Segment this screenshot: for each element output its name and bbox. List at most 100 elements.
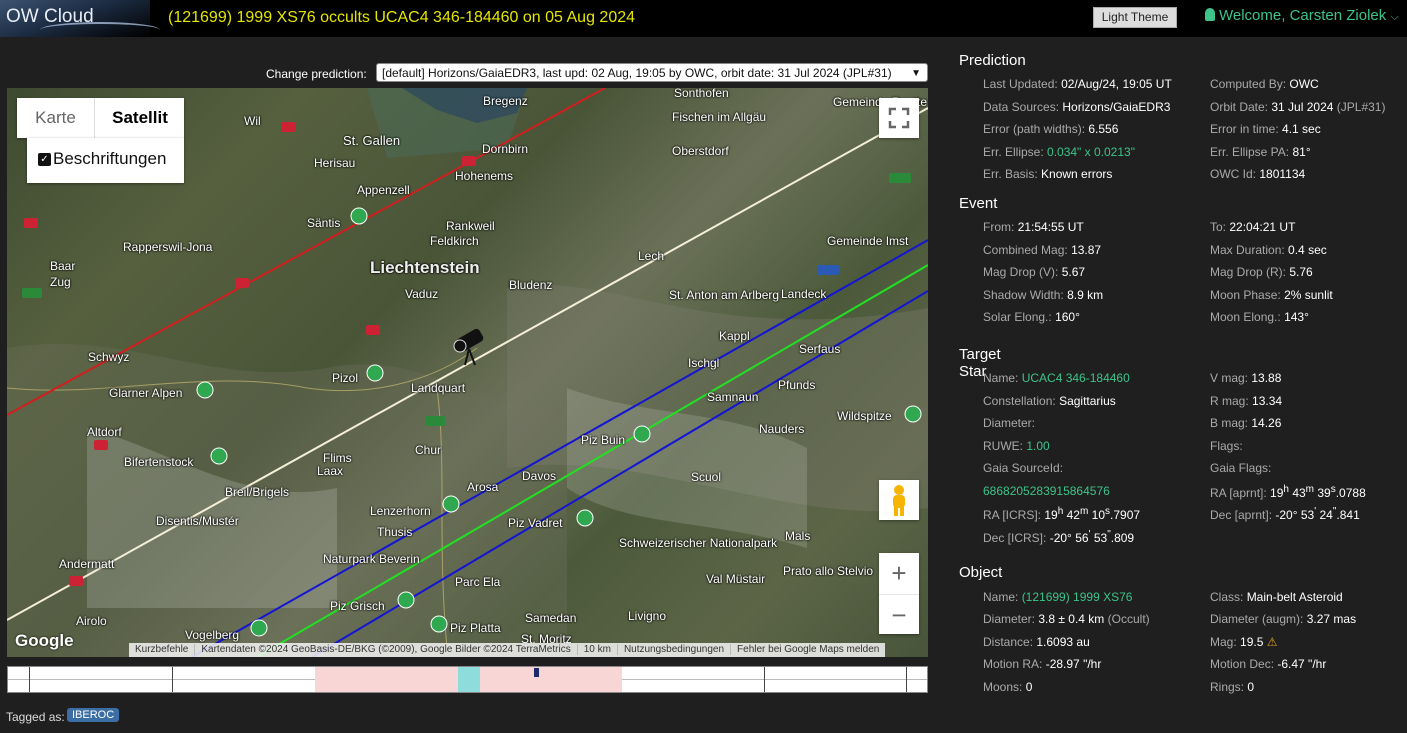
- obj-distance: Distance: 1.6093 au: [983, 635, 1090, 649]
- map-place-label: Piz Grisch: [330, 599, 385, 613]
- event-timeline[interactable]: [7, 666, 928, 693]
- field-value: OWC: [1289, 77, 1319, 91]
- obj-rings: Rings: 0: [1210, 680, 1254, 694]
- map-place-label: Dornbirn: [482, 142, 529, 156]
- pred-computed-by: Computed By: OWC: [1210, 77, 1319, 91]
- field-key: Combined Mag:: [983, 243, 1068, 257]
- map-place-label: Pizol: [332, 371, 359, 385]
- labels-checkbox[interactable]: ✓: [38, 153, 51, 166]
- field-value: 3.27 mas: [1306, 612, 1357, 626]
- star-dec-apparent: Dec [aprnt]: -20° 53' 24".841: [1210, 506, 1360, 522]
- timeline-tick: [764, 667, 765, 692]
- logo[interactable]: OW Cloud: [0, 0, 160, 37]
- map-type-satellit-button[interactable]: Satellit: [94, 98, 185, 138]
- timeline-tick: [29, 667, 30, 692]
- change-prediction-label: Change prediction:: [266, 67, 367, 81]
- map-place-label: St. Anton am Arlberg: [669, 288, 780, 302]
- zoom-in-button[interactable]: +: [879, 553, 919, 593]
- map-place-label: Lenzerhorn: [370, 504, 431, 518]
- ra-minutes: 42: [1066, 508, 1080, 522]
- keyboard-shortcuts-link[interactable]: Kurzbefehle: [129, 644, 196, 655]
- field-key: Err. Basis:: [983, 167, 1038, 181]
- field-value: 6.556: [1088, 122, 1119, 136]
- field-value: Main-belt Asteroid: [1246, 590, 1343, 604]
- labels-toggle[interactable]: ✓ Beschriftungen: [27, 138, 184, 183]
- warning-icon[interactable]: ⚠: [1267, 635, 1278, 649]
- map-place-label: Flims: [323, 451, 352, 465]
- pred-last-updated: Last Updated: 02/Aug/24, 19:05 UT: [983, 77, 1172, 91]
- field-key: Dec [aprnt]:: [1210, 508, 1273, 522]
- object-name-link[interactable]: (121699) 1999 XS76: [1022, 590, 1133, 604]
- map-place-label: Landquart: [411, 381, 466, 395]
- tag-badge[interactable]: IBEROC: [67, 708, 120, 722]
- map-place-label: Livigno: [628, 609, 667, 623]
- map-place-label: Laax: [317, 464, 344, 478]
- obj-class: Class: Main-belt Asteroid: [1210, 590, 1343, 604]
- map-place-label: Mals: [785, 529, 811, 543]
- field-value: Horizons/GaiaEDR3: [1062, 100, 1171, 114]
- obj-motion-dec: Motion Dec: -6.47 "/hr: [1210, 657, 1326, 671]
- pred-err-ellipse-pa: Err. Ellipse PA: 81°: [1210, 145, 1311, 159]
- star-ra-icrs: RA [ICRS]: 19h 42m 10s.7907: [983, 506, 1141, 522]
- field-value: 0: [1025, 680, 1033, 694]
- field-key: Last Updated:: [983, 77, 1058, 91]
- field-key: Diameter:: [983, 612, 1036, 626]
- field-key: Solar Elong.:: [983, 310, 1052, 324]
- field-note: (Occult): [1107, 612, 1150, 626]
- star-flags: Flags:: [1210, 439, 1243, 453]
- welcome-text: Welcome, Carsten Ziolek: [1219, 7, 1387, 24]
- ra-fraction: .7907: [1110, 508, 1141, 522]
- map-place-label: Zug: [50, 275, 71, 289]
- map-place-label: Piz Buin: [581, 433, 626, 447]
- ra-seconds: 39: [1317, 486, 1331, 500]
- map-place-label: Glarner Alpen: [109, 386, 183, 400]
- ra-hours: 19: [1044, 508, 1058, 522]
- map-place-label: Kappl: [719, 329, 750, 343]
- field-value[interactable]: 0.034" x 0.0213": [1047, 145, 1135, 159]
- map-place-label: Lech: [638, 249, 665, 263]
- logo-swoosh: [40, 22, 160, 38]
- prediction-select[interactable]: [default] Horizons/GaiaEDR3, last upd: 0…: [376, 63, 928, 82]
- fullscreen-icon: [888, 107, 910, 129]
- pred-error-time: Error in time: 4.1 sec: [1210, 122, 1321, 136]
- obj-name: Name: (121699) 1999 XS76: [983, 590, 1132, 604]
- star-name-link[interactable]: UCAC4 346-184460: [1022, 371, 1130, 385]
- map-type-karte-button[interactable]: Karte: [17, 98, 94, 138]
- map[interactable]: Bregenz Sonthofen Gemeinde Reutte Wil St…: [7, 88, 928, 657]
- map-place-label: Schwyz: [88, 350, 130, 364]
- map-place-label: Baar: [50, 259, 76, 273]
- obj-moons: Moons: 0: [983, 680, 1032, 694]
- terms-link[interactable]: Nutzungsbedingungen: [617, 644, 732, 655]
- field-key: Err. Ellipse PA:: [1210, 145, 1290, 159]
- field-key: Error in time:: [1210, 122, 1279, 136]
- map-place-label: Rankweil: [446, 219, 495, 233]
- dec-minutes: 56: [1075, 531, 1089, 545]
- map-scale[interactable]: 10 km: [577, 644, 618, 655]
- star-ruwe: RUWE: 1.00: [983, 439, 1050, 453]
- user-menu[interactable]: Welcome, Carsten Ziolek ⌵: [1205, 7, 1399, 24]
- map-place-label: Sonthofen: [674, 88, 729, 100]
- field-value: 19.5: [1240, 635, 1264, 649]
- field-value: 143°: [1284, 310, 1309, 324]
- obj-diameter-augm: Diameter (augm): 3.27 mas: [1210, 612, 1356, 626]
- event-heading: Event: [959, 195, 998, 212]
- street-view-pegman-button[interactable]: [879, 480, 919, 520]
- field-key: Gaia Flags:: [1210, 461, 1272, 475]
- map-type-control: Karte Satellit: [17, 98, 184, 138]
- map-place-label: Hohenems: [455, 169, 514, 183]
- field-value: 22:04:21 UT: [1229, 220, 1296, 234]
- gaia-source-id-link[interactable]: 6868205283915864576: [983, 484, 1110, 498]
- field-value: 21:54:55 UT: [1017, 220, 1084, 234]
- timeline-marker[interactable]: [534, 668, 539, 677]
- map-place-label: Wil: [244, 114, 261, 128]
- report-error-link[interactable]: Fehler bei Google Maps melden: [731, 644, 885, 655]
- field-key: RA [ICRS]:: [983, 508, 1042, 522]
- fullscreen-button[interactable]: [879, 98, 919, 138]
- zoom-out-button[interactable]: −: [879, 594, 919, 635]
- field-key: Diameter (augm):: [1210, 612, 1304, 626]
- field-value[interactable]: 1.00: [1026, 439, 1049, 453]
- chevron-down-icon: ⌵: [1390, 11, 1399, 23]
- field-value: 160°: [1055, 310, 1080, 324]
- map-place-label: Chur: [415, 443, 442, 457]
- light-theme-button[interactable]: Light Theme: [1093, 7, 1177, 28]
